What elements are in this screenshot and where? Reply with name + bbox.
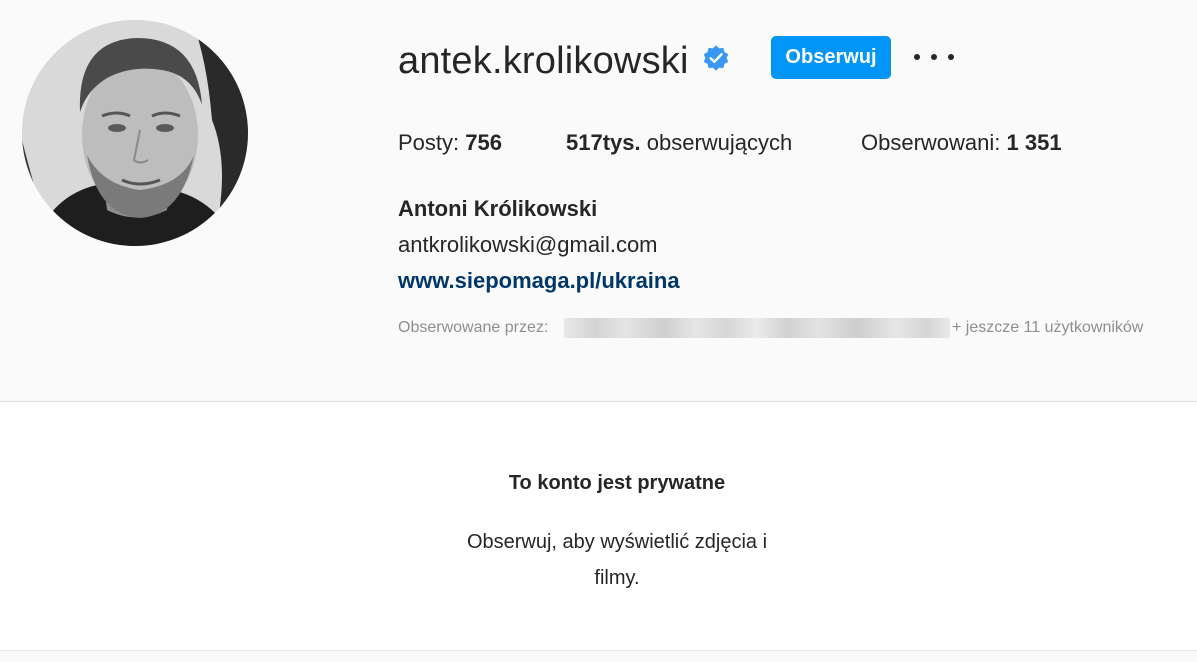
followers-value: 517tys. (566, 130, 641, 155)
following-label: Obserwowani: (861, 130, 1001, 155)
verified-badge-icon (703, 45, 729, 71)
more-options-icon[interactable] (914, 46, 954, 68)
more-dot (931, 54, 937, 60)
following-link[interactable]: Obserwowani: 1 351 (861, 128, 1062, 158)
followers-label: obserwujących (646, 130, 793, 155)
followers-link[interactable]: 517tys. obserwujących (566, 128, 792, 158)
followed-by-more-link[interactable]: + jeszcze 11 użytkowników (952, 316, 1143, 340)
profile-website-link[interactable]: www.siepomaga.pl/ukraina (398, 266, 680, 296)
profile-email: antkrolikowski@gmail.com (398, 232, 658, 257)
followed-by-label: Obserwowane przez: (398, 319, 549, 336)
posts-label: Posty: (398, 130, 460, 155)
follow-button[interactable]: Obserwuj (771, 36, 891, 79)
profile-username: antek.krolikowski (398, 40, 689, 82)
footer-strip (0, 651, 1197, 662)
private-account-title: To konto jest prywatne (508, 472, 726, 494)
private-account-description: Obserwuj, aby wyświetlić zdjęcia i filmy… (466, 531, 768, 589)
posts-count: Posty: 756 (398, 128, 502, 158)
following-value: 1 351 (1006, 130, 1062, 155)
blurred-followers-names (564, 318, 950, 338)
profile-full-name: Antoni Królikowski (398, 196, 598, 221)
posts-value: 756 (465, 130, 502, 155)
avatar[interactable] (22, 20, 248, 246)
more-dot (914, 54, 920, 60)
more-dot (948, 54, 954, 60)
